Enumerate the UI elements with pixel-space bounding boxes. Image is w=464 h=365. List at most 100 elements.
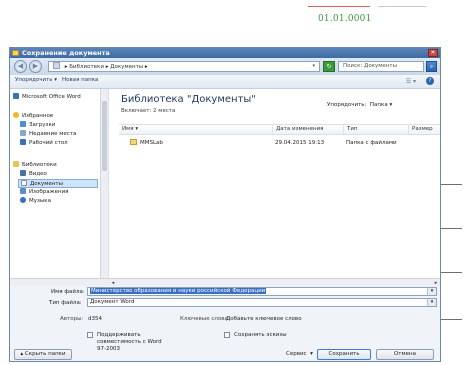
column-header: Имя ▾ Дата изменения Тип Размер xyxy=(119,124,440,135)
keywords-label: Ключевые слова: xyxy=(180,316,230,322)
music-icon xyxy=(20,197,26,203)
sidebar-item-desktop[interactable]: Рабочий стол xyxy=(20,139,68,148)
new-folder-button[interactable]: Новая папка xyxy=(62,77,98,83)
sidebar-item-label: Избранное xyxy=(22,113,54,119)
documents-icon xyxy=(21,180,27,186)
libraries-icon xyxy=(13,161,19,167)
address-bar[interactable]: ▸ Библиотеки ▸ Документы ▸ ▾ xyxy=(48,61,320,72)
sidebar-item-label: Рабочий стол xyxy=(29,140,68,146)
window-title: Сохранение документа xyxy=(22,49,110,57)
breadcrumb-documents[interactable]: Документы xyxy=(110,64,143,70)
refresh-button[interactable]: ↻ xyxy=(323,61,335,72)
service-menu[interactable]: Сервис ▾ xyxy=(286,351,313,357)
thumbnail-checkbox[interactable] xyxy=(224,332,230,338)
filetype-value: Документ Word xyxy=(90,299,135,305)
authors-value[interactable]: d354 xyxy=(88,316,102,322)
recent-places-icon xyxy=(20,130,26,136)
arrange-label: Упорядочить: xyxy=(327,102,367,108)
arrange-by[interactable]: Упорядочить: Папка ▾ xyxy=(327,102,392,108)
sidebar-item-label: Музыка xyxy=(29,198,51,204)
sidebar-item-downloads[interactable]: Загрузки xyxy=(20,121,55,130)
sidebar-item-label: Недавние места xyxy=(29,131,77,137)
sidebar-item-label: Microsoft Office Word xyxy=(22,94,81,100)
scrollbar-thumb[interactable] xyxy=(102,101,107,171)
document-code: 01.01.0001 xyxy=(318,14,372,24)
sidebar-item-recent-places[interactable]: Недавние места xyxy=(20,130,76,139)
search-icon[interactable]: ⌕ xyxy=(426,61,437,72)
desktop-icon xyxy=(20,139,26,145)
save-button[interactable]: Сохранить xyxy=(317,349,371,360)
address-dropdown-icon[interactable]: ▾ xyxy=(312,62,315,71)
filetype-select[interactable]: Документ Word ▾ xyxy=(87,298,437,307)
navigation-bar: ◀ ▶ ▸ Библиотеки ▸ Документы ▸ ▾ ↻ Поиск… xyxy=(10,58,440,75)
sidebar-item-label: Библиотеки xyxy=(22,162,57,168)
save-dialog: Сохранение документа ✕ ◀ ▶ ▸ Библиотеки … xyxy=(9,47,441,362)
sidebar-item-pictures[interactable]: Изображения xyxy=(20,188,68,197)
compat-label-3: 97-2003 xyxy=(97,346,120,352)
callout-line xyxy=(440,272,462,273)
search-input[interactable]: Поиск: Документы xyxy=(338,61,424,72)
sidebar-item-music[interactable]: Музыка xyxy=(20,197,51,206)
command-toolbar: Упорядочить ▾ Новая папка ☰ ▾ ? xyxy=(10,75,440,89)
sidebar-item-label: Документы xyxy=(30,181,63,187)
folder-icon xyxy=(53,62,60,69)
sidebar-item-word[interactable]: Microsoft Office Word xyxy=(13,93,99,102)
window-icon xyxy=(12,50,19,56)
downloads-icon xyxy=(20,121,26,127)
file-list-pane: Библиотека "Документы" Включает: 2 места… xyxy=(109,89,440,278)
compat-label-2: совместимость с Word xyxy=(97,339,162,345)
library-title: Библиотека "Документы" xyxy=(121,94,256,105)
sidebar-item-label: Видео xyxy=(29,171,47,177)
table-row[interactable]: MMSLab 29.04.2015 19:13 Папка с файлами xyxy=(119,139,440,148)
chevron-down-icon: ▾ xyxy=(310,351,313,357)
column-date[interactable]: Дата изменения xyxy=(272,125,344,134)
column-type[interactable]: Тип xyxy=(343,125,409,134)
sidebar-item-video[interactable]: Видео xyxy=(20,170,47,179)
file-name-text: MMSLab xyxy=(140,140,163,146)
back-button[interactable]: ◀ xyxy=(14,60,27,73)
compat-checkbox[interactable] xyxy=(87,332,93,338)
chevron-down-icon[interactable]: ▾ xyxy=(427,288,436,295)
hide-folders-button[interactable]: ▴ Скрыть папки xyxy=(14,349,72,360)
view-options-icon[interactable]: ☰ ▾ xyxy=(406,78,416,85)
callout-line xyxy=(440,228,462,229)
sidebar-item-libraries[interactable]: Библиотеки xyxy=(13,161,57,170)
organize-menu[interactable]: Упорядочить ▾ xyxy=(15,77,57,83)
file-date: 29.04.2015 19:13 xyxy=(275,140,325,146)
star-icon xyxy=(13,112,19,118)
arrange-value[interactable]: Папка ▾ xyxy=(370,102,392,108)
column-size[interactable]: Размер xyxy=(408,125,444,134)
filetype-label: Тип файла: xyxy=(49,300,82,306)
thumbnail-label: Сохранять эскизы xyxy=(234,332,287,338)
breadcrumb-separator: ▸ xyxy=(105,64,109,70)
breadcrumb-separator: ▸ xyxy=(64,64,68,70)
file-name: MMSLab xyxy=(127,139,270,148)
folder-icon xyxy=(130,139,137,145)
column-name[interactable]: Имя ▾ xyxy=(119,125,272,134)
sidebar-scrollbar[interactable] xyxy=(100,89,108,278)
keywords-value[interactable]: Добавьте ключевое слово xyxy=(226,316,302,322)
sidebar-item-label: Загрузки xyxy=(29,122,56,128)
file-type: Папка с файлами xyxy=(346,140,397,146)
sidebar-item-documents[interactable]: Документы xyxy=(18,179,98,188)
library-includes-link[interactable]: Включает: 2 места xyxy=(121,108,175,114)
help-icon[interactable]: ? xyxy=(426,77,434,85)
pictures-icon xyxy=(20,188,26,194)
filename-input[interactable]: Министерство образования и науки российс… xyxy=(87,287,437,296)
service-label: Сервис xyxy=(286,351,307,357)
compat-label-1: Поддерживать xyxy=(97,332,141,338)
authors-label: Авторы: xyxy=(60,316,84,322)
forward-button[interactable]: ▶ xyxy=(29,60,42,73)
callout-line xyxy=(440,184,462,185)
breadcrumb-separator: ▸ xyxy=(144,64,148,70)
chevron-down-icon[interactable]: ▾ xyxy=(427,299,436,306)
navigation-pane: Microsoft Office Word Избранное Загрузки… xyxy=(10,89,109,278)
title-bar[interactable]: Сохранение документа ✕ xyxy=(10,48,440,58)
red-underline xyxy=(308,6,370,7)
sidebar-item-favorites[interactable]: Избранное xyxy=(13,112,53,121)
cancel-button[interactable]: Отмена xyxy=(376,349,434,360)
video-icon xyxy=(20,170,26,176)
filename-value: Министерство образования и науки российс… xyxy=(90,288,267,294)
breadcrumb-libraries[interactable]: Библиотеки xyxy=(69,64,104,70)
close-button[interactable]: ✕ xyxy=(428,49,438,57)
